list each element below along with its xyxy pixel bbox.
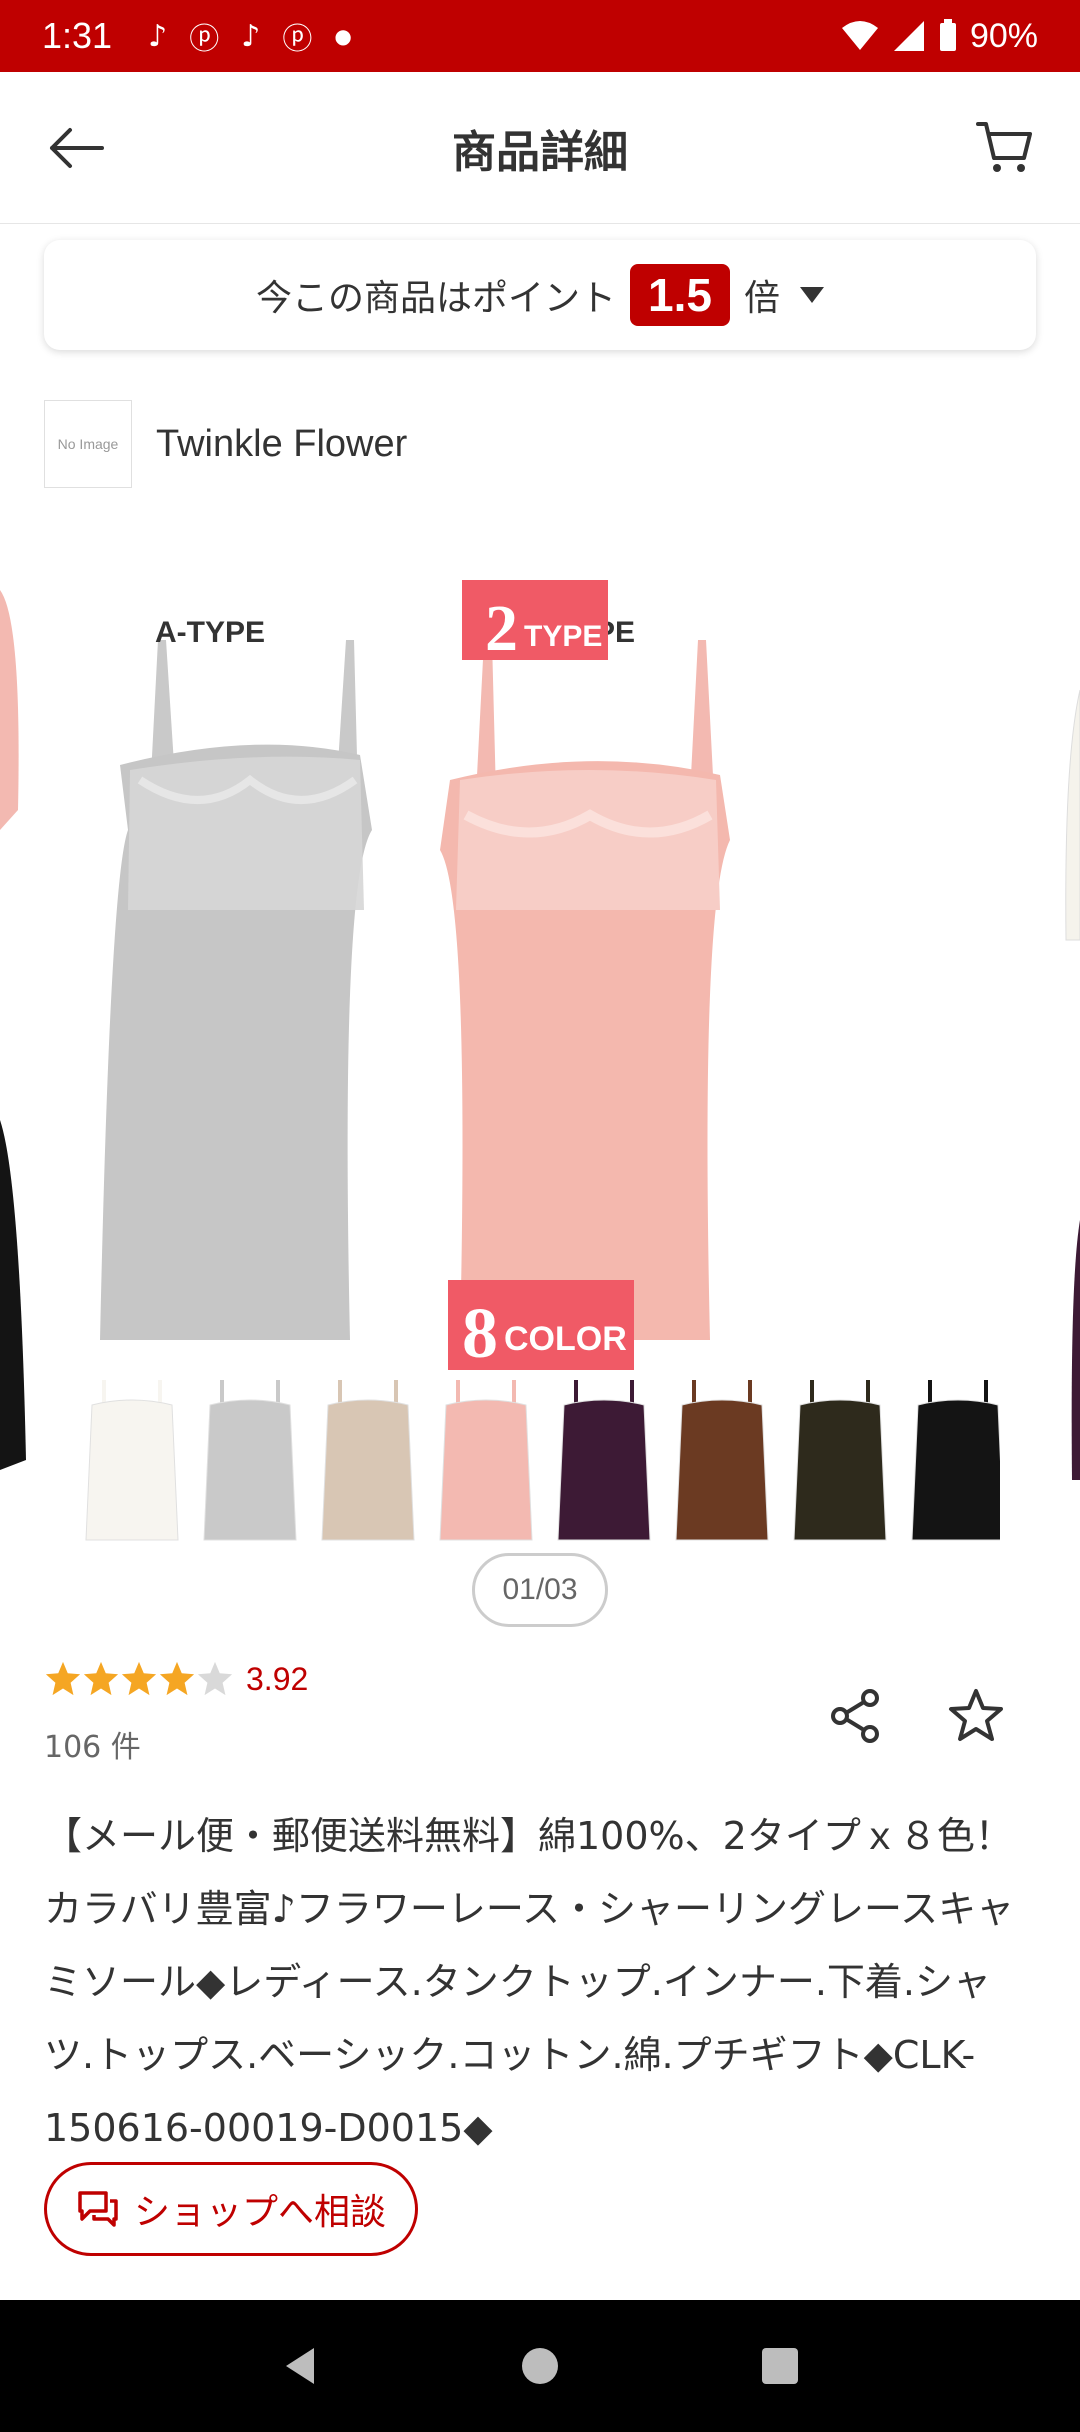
color-swatch — [557, 1380, 651, 1541]
system-nav-bar — [0, 2300, 1080, 2432]
nav-recents-icon[interactable] — [758, 2344, 802, 2388]
consult-label: ショップへ相談 — [133, 2192, 386, 2233]
rating-stars — [44, 1660, 234, 1698]
rating-row[interactable]: 3.92 — [44, 1660, 308, 1698]
points-banner[interactable]: 今この商品はポイント 1.5 倍 — [44, 240, 1036, 350]
camisole-a-type — [100, 640, 372, 1340]
app-header: 商品詳細 — [0, 72, 1080, 224]
caret-down-icon — [799, 287, 824, 303]
type-count-num: 2 — [485, 592, 518, 665]
color-swatch — [203, 1380, 297, 1541]
nav-home-icon[interactable] — [518, 2344, 562, 2388]
points-multiplier: 1.5 — [630, 264, 730, 326]
color-swatch — [793, 1380, 887, 1541]
product-title: 【メール便・郵便送料無料】綿100%、2タイプｘ８色！カラバリ豊富♪フラワーレー… — [44, 1814, 1015, 2150]
rating-star-icon — [197, 1661, 233, 1696]
color-swatch — [439, 1380, 533, 1541]
status-bar: 1:31 ♪ ⓟ ♪ ⓟ ● 90% — [0, 0, 1080, 72]
pinterest-icon: ⓟ — [282, 22, 313, 57]
shop-logo: No Image — [44, 400, 132, 488]
rating-value: 3.92 — [246, 1660, 309, 1697]
chat-icon — [76, 2189, 120, 2229]
favorite-button[interactable] — [940, 1680, 1012, 1752]
color-count-num: 8 — [462, 1293, 498, 1373]
color-count-word: COLOR — [504, 1320, 627, 1358]
status-app-icons: ♪ ⓟ ♪ ⓟ ● — [148, 14, 352, 58]
shop-row[interactable]: No Image Twinkle Flower — [44, 400, 407, 488]
cart-icon — [976, 122, 1032, 172]
color-swatch — [911, 1380, 1000, 1541]
tiktok-icon: ♪ — [241, 18, 261, 54]
prev-image-peek — [0, 590, 26, 1470]
wifi-icon — [841, 21, 878, 50]
product-main-image: A-TYPE B-TYPE 2 TYPE 8 COLOR — [80, 580, 1000, 1550]
shop-consult-button[interactable]: ショップへ相談 — [44, 2162, 418, 2256]
rating-star-icon — [121, 1661, 157, 1696]
share-icon — [831, 1689, 879, 1743]
rating-star-icon — [159, 1661, 195, 1696]
page-title: 商品詳細 — [452, 126, 628, 178]
points-prefix: 今この商品はポイント — [256, 278, 617, 319]
cart-button[interactable] — [968, 112, 1040, 184]
arrow-left-icon — [50, 128, 104, 168]
star-outline-icon — [949, 1689, 1003, 1741]
share-button[interactable] — [820, 1680, 892, 1752]
color-swatch — [675, 1380, 769, 1541]
signal-icon — [893, 21, 924, 51]
status-time: 1:31 — [42, 15, 113, 56]
carousel-page-indicator: 01/03 — [472, 1553, 608, 1627]
status-right: 90% — [840, 17, 1038, 56]
type-a-label: A-TYPE — [155, 616, 265, 649]
rating-star-icon — [45, 1661, 81, 1696]
color-swatch — [321, 1380, 415, 1541]
shop-name[interactable]: Twinkle Flower — [156, 423, 407, 466]
battery-icon — [939, 19, 956, 51]
type-count-word: TYPE — [524, 620, 602, 653]
color-swatch-row — [85, 1380, 1000, 1541]
color-swatch — [85, 1380, 179, 1541]
points-suffix: 倍 — [743, 278, 780, 319]
battery-percent: 90% — [969, 16, 1038, 55]
pinterest-icon: ⓟ — [189, 22, 220, 57]
nav-back-icon[interactable] — [278, 2344, 322, 2388]
product-image-carousel[interactable]: A-TYPE B-TYPE 2 TYPE 8 COLOR — [0, 560, 1080, 1550]
rating-star-icon — [83, 1661, 119, 1696]
back-button[interactable] — [40, 112, 112, 184]
review-count[interactable]: 106 件 — [44, 1722, 141, 1766]
tiktok-icon: ♪ — [148, 18, 168, 54]
dot-icon: ● — [334, 24, 352, 48]
camisole-b-type — [440, 640, 730, 1340]
next-image-peek — [1065, 689, 1080, 1480]
